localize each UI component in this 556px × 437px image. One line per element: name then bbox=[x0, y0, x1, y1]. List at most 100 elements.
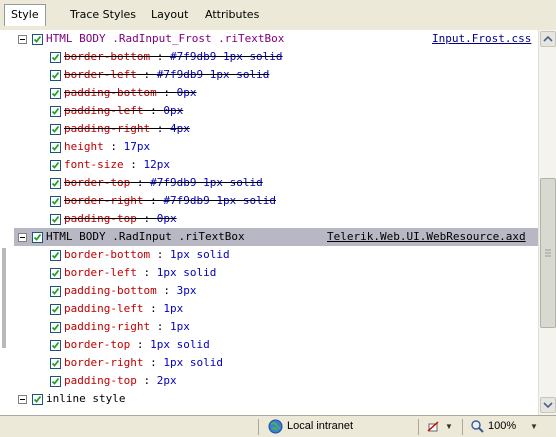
chevron-down-icon[interactable]: ▼ bbox=[445, 422, 453, 431]
property-name: padding-right bbox=[64, 122, 151, 135]
property-checkbox[interactable] bbox=[50, 250, 61, 261]
gutter-marker bbox=[2, 248, 6, 348]
property-entry: padding-left : 0px bbox=[64, 104, 184, 117]
rule-checkbox[interactable] bbox=[32, 232, 43, 243]
status-divider bbox=[462, 419, 463, 435]
tab-trace-styles[interactable]: Trace Styles bbox=[64, 5, 142, 25]
rule-checkbox[interactable] bbox=[32, 394, 43, 405]
chevron-down-icon[interactable]: ▼ bbox=[530, 422, 538, 431]
property-entry: padding-bottom : 3px bbox=[64, 284, 197, 297]
property-row: border-bottom : 1px solid bbox=[14, 246, 538, 264]
property-name: border-top bbox=[64, 338, 131, 351]
property-name: border-left bbox=[64, 68, 137, 81]
protected-mode-icon[interactable] bbox=[426, 420, 440, 434]
rule-checkbox[interactable] bbox=[32, 34, 43, 45]
property-value: #7f9db9 1px solid bbox=[169, 50, 283, 63]
property-row: padding-bottom : 0px bbox=[14, 84, 538, 102]
property-entry: padding-bottom : 0px bbox=[64, 86, 197, 99]
property-value: 1px solid bbox=[150, 338, 210, 351]
property-checkbox[interactable] bbox=[50, 376, 61, 387]
property-name: padding-top bbox=[64, 374, 137, 387]
property-checkbox[interactable] bbox=[50, 52, 61, 63]
property-entry: border-bottom : 1px solid bbox=[64, 248, 230, 261]
property-entry: border-right : #7f9db9 1px solid bbox=[64, 194, 276, 207]
property-checkbox[interactable] bbox=[50, 178, 61, 189]
rule-header[interactable]: HTML BODY .RadInput .riTextBox Telerik.W… bbox=[14, 228, 538, 246]
property-checkbox[interactable] bbox=[50, 304, 61, 315]
property-value: 1px bbox=[169, 320, 190, 333]
property-row: padding-right : 1px bbox=[14, 318, 538, 336]
tab-layout[interactable]: Layout bbox=[145, 5, 194, 25]
property-checkbox[interactable] bbox=[50, 268, 61, 279]
property-value: 2px bbox=[156, 374, 177, 387]
property-value: 0px bbox=[163, 104, 184, 117]
zoom-level[interactable]: 100% bbox=[488, 420, 516, 432]
property-row: border-right : #7f9db9 1px solid bbox=[14, 192, 538, 210]
property-entry: border-left : #7f9db9 1px solid bbox=[64, 68, 270, 81]
property-name: border-top bbox=[64, 176, 131, 189]
property-checkbox[interactable] bbox=[50, 322, 61, 333]
property-checkbox[interactable] bbox=[50, 88, 61, 99]
property-value: 0px bbox=[156, 212, 177, 225]
property-row: border-left : #7f9db9 1px solid bbox=[14, 66, 538, 84]
status-divider bbox=[258, 419, 259, 435]
property-entry: font-size : 12px bbox=[64, 158, 170, 171]
property-value: 17px bbox=[123, 140, 151, 153]
collapse-icon[interactable] bbox=[18, 35, 27, 44]
tab-attributes[interactable]: Attributes bbox=[199, 5, 265, 25]
property-checkbox[interactable] bbox=[50, 358, 61, 369]
property-value: 12px bbox=[143, 158, 170, 171]
property-checkbox[interactable] bbox=[50, 70, 61, 81]
collapse-icon[interactable] bbox=[18, 395, 27, 404]
property-name: font-size bbox=[64, 158, 124, 171]
property-checkbox[interactable] bbox=[50, 196, 61, 207]
property-checkbox[interactable] bbox=[50, 340, 61, 351]
property-checkbox[interactable] bbox=[50, 106, 61, 117]
property-entry: padding-top : 0px bbox=[64, 212, 177, 225]
property-name: padding-right bbox=[64, 320, 151, 333]
scroll-thumb[interactable] bbox=[540, 178, 556, 328]
property-name: height bbox=[64, 140, 104, 153]
collapse-icon[interactable] bbox=[18, 233, 27, 242]
property-row: font-size : 12px bbox=[14, 156, 538, 174]
tab-style[interactable]: Style bbox=[4, 4, 46, 26]
property-value: 3px bbox=[176, 284, 197, 297]
zoom-icon bbox=[471, 420, 484, 433]
rule-header[interactable]: HTML BODY .RadInput_Frost .riTextBox Inp… bbox=[14, 30, 538, 48]
property-row: border-right : 1px solid bbox=[14, 354, 538, 372]
rule-source-link[interactable]: Input.Frost.css bbox=[432, 30, 531, 48]
arrow-down-icon bbox=[543, 402, 553, 409]
property-name: border-bottom bbox=[64, 248, 151, 261]
rule-source-link[interactable]: Telerik.Web.UI.WebResource.axd bbox=[327, 228, 526, 246]
property-row: border-top : 1px solid bbox=[14, 336, 538, 354]
scroll-down-button[interactable] bbox=[540, 397, 556, 413]
scroll-up-button[interactable] bbox=[540, 31, 556, 47]
property-name: padding-left bbox=[64, 302, 144, 315]
property-row: border-bottom : #7f9db9 1px solid bbox=[14, 48, 538, 66]
property-entry: padding-right : 4px bbox=[64, 122, 190, 135]
property-checkbox[interactable] bbox=[50, 142, 61, 153]
rule-header[interactable]: inline style bbox=[14, 390, 538, 408]
left-gutter bbox=[0, 30, 14, 415]
property-entry: padding-left : 1px bbox=[64, 302, 184, 315]
property-name: padding-left bbox=[64, 104, 144, 117]
property-value: 0px bbox=[176, 86, 197, 99]
style-tree: HTML BODY .RadInput_Frost .riTextBox Inp… bbox=[14, 30, 538, 415]
property-value: #7f9db9 1px solid bbox=[150, 176, 263, 189]
property-value: 1px solid bbox=[156, 266, 217, 279]
property-row: padding-right : 4px bbox=[14, 120, 538, 138]
property-entry: height : 17px bbox=[64, 140, 151, 153]
property-checkbox[interactable] bbox=[50, 214, 61, 225]
property-entry: border-right : 1px solid bbox=[64, 356, 223, 369]
grip-icon bbox=[545, 249, 551, 257]
property-checkbox[interactable] bbox=[50, 286, 61, 297]
property-row: padding-top : 2px bbox=[14, 372, 538, 390]
rule-selector: HTML BODY .RadInput_Frost .riTextBox bbox=[46, 32, 285, 45]
property-value: 1px bbox=[163, 302, 184, 315]
property-row: border-left : 1px solid bbox=[14, 264, 538, 282]
property-value: #7f9db9 1px solid bbox=[156, 68, 270, 81]
vertical-scrollbar[interactable] bbox=[538, 30, 556, 415]
security-zone-label: Local intranet bbox=[287, 420, 354, 432]
property-checkbox[interactable] bbox=[50, 160, 61, 171]
property-checkbox[interactable] bbox=[50, 124, 61, 135]
